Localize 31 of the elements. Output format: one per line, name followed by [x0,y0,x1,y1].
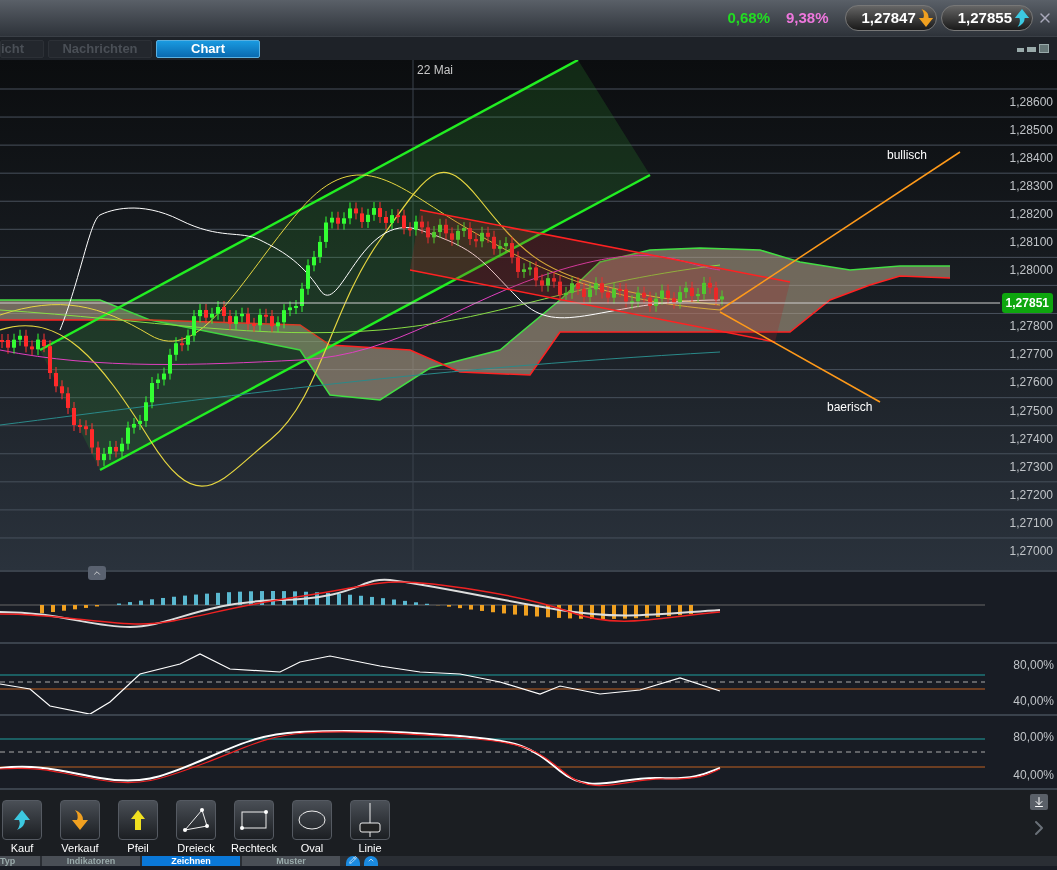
price-axis-label: 1,27600 [1008,374,1054,392]
price-axis-label: 1,27800 [1008,318,1054,336]
level-label: 40,00% [1013,693,1054,710]
sell-price-button[interactable]: 1,27847 [844,5,937,31]
price-axis-label: 1,28000 [1008,262,1054,280]
price-axis-label: 1,27400 [1008,430,1054,448]
buy-price-button[interactable]: 1,27855 [940,5,1033,31]
level-label: 40,00% [1013,767,1054,784]
price-axis-label: 1,28500 [1008,122,1054,140]
tab[interactable]: Zeichnen [142,856,240,866]
date-label: 22 Mai [417,63,454,77]
price-axis-label: 1,28200 [1008,206,1054,224]
price-axis-label: 1,28600 [1008,94,1054,111]
tab[interactable]: Typ [0,856,40,866]
spread-percent: 9,38% [786,7,829,28]
price-axis-label: 1,28100 [1008,234,1054,252]
price-axis-label: 1,27100 [1008,514,1054,532]
price-axis-label: 1,28400 [1008,150,1054,168]
tab[interactable]: Chart [156,39,260,58]
price-axis-label: 1,28300 [1008,178,1054,196]
current-price-badge: 1,27851 [1001,293,1053,313]
bearish-label: baerisch [827,400,873,414]
change-percent: 0,68% [727,7,770,28]
price-axis-label: 1,27500 [1008,402,1054,420]
price-axis-label: 1,27300 [1008,458,1054,476]
price-axis-label: 1,27700 [1008,346,1054,364]
level-label: 80,00% [1013,657,1054,674]
bullish-label: bullisch [887,148,928,162]
price-axis-label: 1,27000 [1008,542,1054,560]
level-label: 80,00% [1013,729,1054,746]
price-axis-label: 1,27200 [1008,486,1054,504]
